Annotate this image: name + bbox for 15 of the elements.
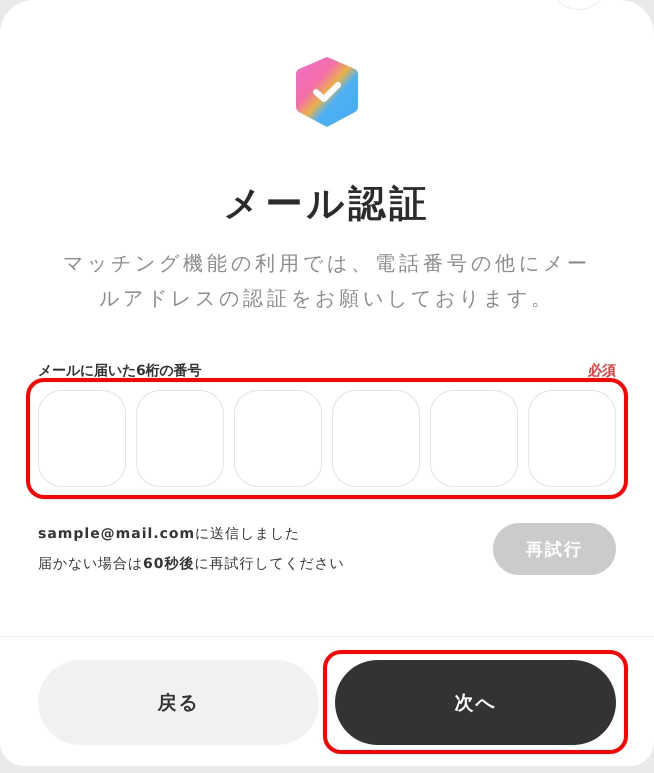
field-label: メールに届いた6桁の番号	[38, 362, 202, 380]
digit-input-field[interactable]	[430, 390, 518, 487]
retry-hint: 届かない場合は60秒後に再試行してください	[38, 555, 344, 573]
digit-input-field[interactable]	[38, 390, 126, 487]
digit-input-field[interactable]	[332, 390, 420, 487]
description-text: マッチング機能の利用では、電話番号の他にメールアドレスの認証をお願いしております。	[62, 250, 592, 312]
back-button[interactable]: 戻る	[38, 660, 319, 745]
digit-input-field[interactable]	[234, 390, 322, 487]
digit-input-field[interactable]	[528, 390, 616, 487]
shield-check-logo-icon	[295, 56, 359, 128]
sent-message: sample@mail.comに送信しました	[38, 525, 302, 543]
required-label: 必須	[588, 362, 616, 380]
digit-input-field[interactable]	[136, 390, 224, 487]
page-title: メール認証	[224, 182, 430, 226]
next-button[interactable]: 次へ	[335, 660, 616, 745]
